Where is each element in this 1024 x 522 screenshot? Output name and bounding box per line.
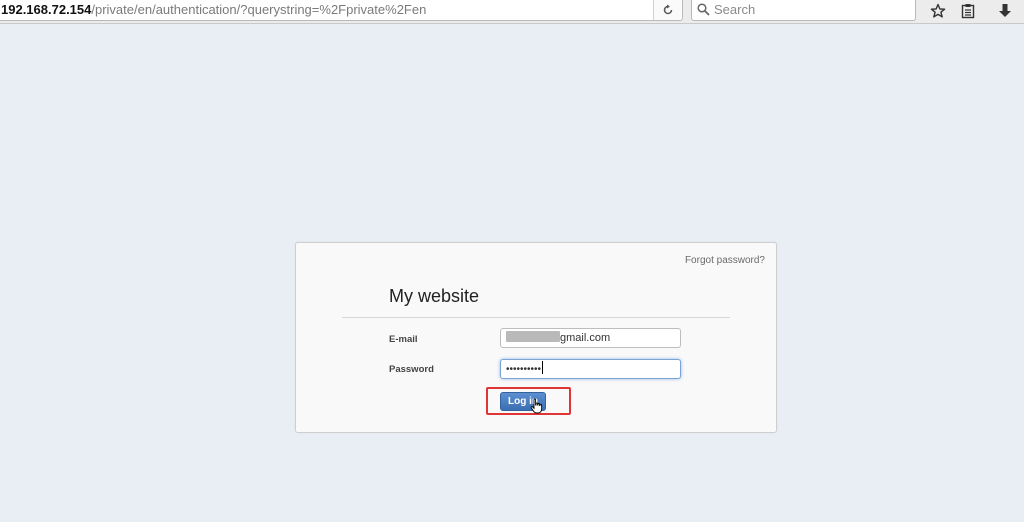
search-input[interactable]: Search: [691, 0, 916, 21]
forgot-password-link[interactable]: Forgot password?: [685, 255, 765, 266]
browser-toolbar: 192.168.72.154/private/en/authentication…: [0, 0, 1024, 24]
search-icon: [697, 3, 710, 16]
bookmark-star-icon[interactable]: [927, 1, 949, 21]
text-caret: [542, 361, 544, 374]
hand-cursor-icon: [530, 398, 543, 414]
password-field[interactable]: ••••••••••: [500, 359, 681, 379]
divider: [342, 317, 730, 318]
login-panel: Forgot password? My website E-mail gmail…: [295, 242, 777, 433]
download-icon[interactable]: [994, 1, 1016, 21]
email-field[interactable]: gmail.com: [500, 328, 681, 348]
email-label: E-mail: [389, 334, 418, 345]
address-bar[interactable]: 192.168.72.154/private/en/authentication…: [0, 0, 683, 21]
email-value: gmail.com: [560, 332, 611, 344]
password-value: ••••••••••: [506, 364, 542, 375]
password-label: Password: [389, 364, 434, 375]
url-host: 192.168.72.154: [1, 2, 92, 17]
url-path: /private/en/authentication/?querystring=…: [91, 2, 427, 17]
reading-list-icon[interactable]: [957, 1, 979, 21]
reload-icon[interactable]: [653, 0, 681, 20]
search-placeholder: Search: [714, 2, 756, 17]
redacted-text: [506, 331, 560, 342]
page-title: My website: [389, 286, 480, 306]
